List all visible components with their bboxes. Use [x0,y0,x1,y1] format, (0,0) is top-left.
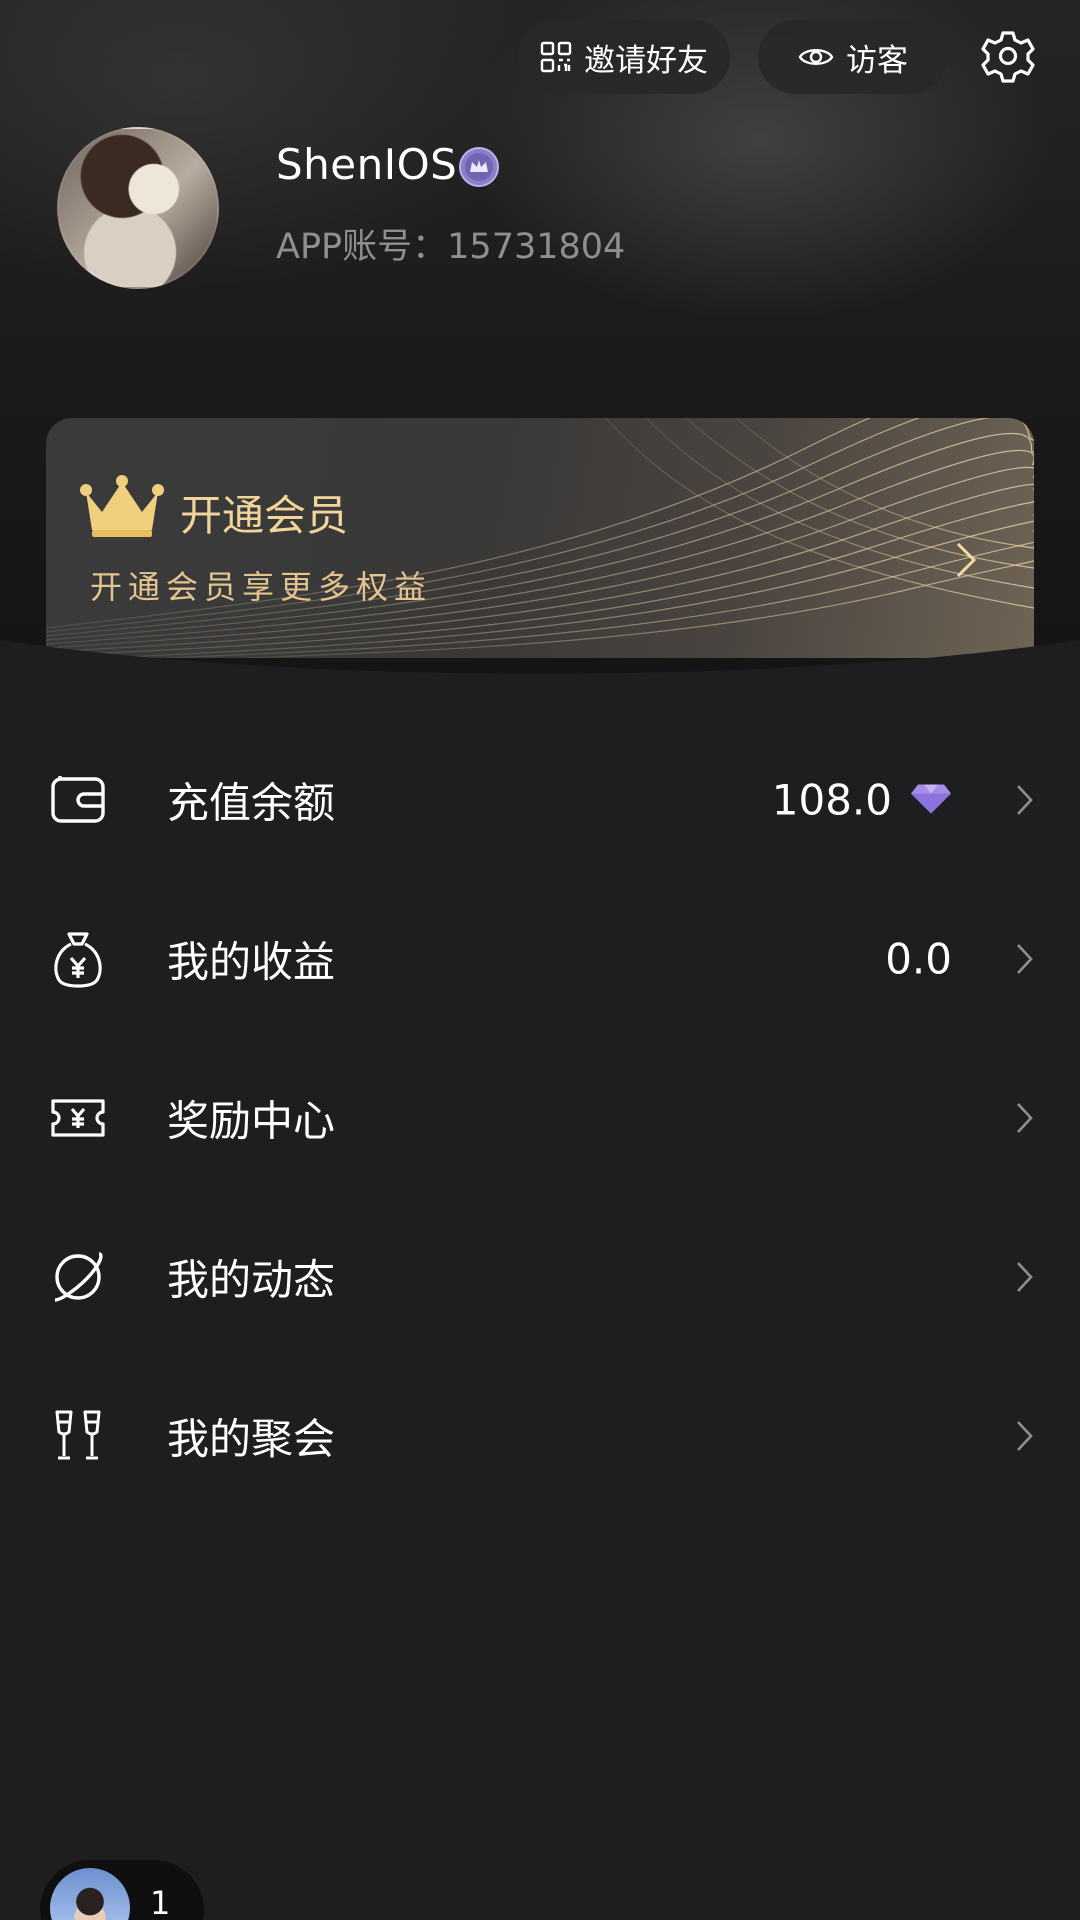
menu-item-my-moments[interactable]: 我的动态 [0,1197,1080,1356]
cheers-icon [48,1406,108,1466]
menu-list: 充值余额 108.0 我的收益 0.0 奖励中心 我的动态 我的聚会 [0,720,1080,1515]
chevron-right-icon [1014,942,1034,976]
section-curve [0,640,1080,710]
earnings-value: 0.0 [885,934,952,983]
account-id: APP账号：15731804 [276,227,626,267]
chevron-right-icon [1014,783,1034,817]
chevron-right-icon [1014,1260,1034,1294]
diamond-icon [910,775,952,824]
ticket-icon [48,1088,108,1148]
menu-item-label: 充值余额 [167,778,336,827]
menu-item-label: 我的动态 [167,1255,336,1304]
planet-icon [48,1247,108,1307]
menu-item-reward-center[interactable]: 奖励中心 [0,1038,1080,1197]
menu-item-my-earnings[interactable]: 我的收益 0.0 [0,879,1080,1038]
menu-item-my-parties[interactable]: 我的聚会 [0,1356,1080,1515]
settings-button[interactable] [978,28,1038,88]
menu-item-recharge-balance[interactable]: 充值余额 108.0 [0,720,1080,879]
vip-title: 开通会员 [180,491,349,540]
gear-icon [981,29,1035,87]
vip-chevron-icon [950,540,980,580]
menu-item-label: 我的聚会 [167,1414,336,1463]
visitors-label: 访客 [846,42,908,79]
balance-value: 108.0 [771,775,892,824]
profile-page: 邀请好友 访客 ShenIOS APP账号：15731804 开通会员 开通会员… [0,0,1080,1920]
wallet-icon [48,770,108,830]
crown-badge-icon [458,146,500,188]
floating-room-count: 1 [150,1884,171,1920]
balance-value-group: 108.0 [772,775,952,824]
eye-icon [798,44,834,70]
user-avatar[interactable] [57,127,219,289]
money-bag-icon [48,929,108,989]
earnings-value-group: 0.0 [885,934,952,983]
vip-crown-icon [80,474,164,538]
vip-subtitle: 开通会员享更多权益 [90,568,433,606]
menu-item-label: 奖励中心 [167,1096,336,1145]
invite-friends-label: 邀请好友 [584,42,708,79]
top-actions: 邀请好友 访客 [0,20,1080,94]
chevron-right-icon [1014,1101,1034,1135]
qr-code-icon [540,41,572,73]
invite-friends-button[interactable]: 邀请好友 [518,20,730,94]
chevron-right-icon [1014,1419,1034,1453]
username: ShenIOS [276,140,458,189]
menu-item-label: 我的收益 [167,937,336,986]
visitors-button[interactable]: 访客 [758,20,948,94]
